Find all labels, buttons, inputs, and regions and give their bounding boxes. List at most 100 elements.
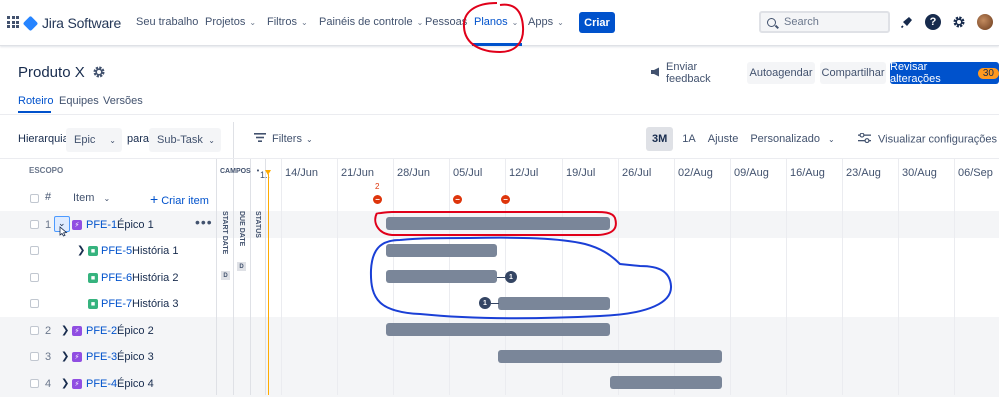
- release-marker[interactable]: −: [453, 195, 462, 204]
- notifications-icon[interactable]: [899, 14, 915, 30]
- epic-icon: ⚡: [72, 352, 82, 362]
- schedule-bar-pfe-1[interactable]: [386, 217, 610, 230]
- range-3m[interactable]: 3M: [646, 127, 674, 151]
- help-icon[interactable]: ?: [925, 14, 941, 30]
- divider: [0, 158, 999, 159]
- row-checkbox[interactable]: [30, 273, 39, 282]
- row-checkbox[interactable]: [30, 246, 39, 255]
- range-ajuste[interactable]: Ajuste: [702, 127, 745, 151]
- issue-key[interactable]: PFE-2: [86, 325, 117, 337]
- row-checkbox[interactable]: [30, 379, 39, 388]
- epic-icon: ⚡: [72, 220, 82, 230]
- create-item-label: Criar item: [161, 195, 209, 207]
- feedback-label: Enviar feedback: [666, 61, 711, 85]
- nav-paineis[interactable]: Painéis de controle ⌄: [319, 16, 423, 28]
- hierarchy-label: Hierarquia:: [18, 133, 72, 145]
- row-checkbox[interactable]: [30, 352, 39, 361]
- issue-key[interactable]: PFE-3: [86, 351, 117, 363]
- issue-key[interactable]: PFE-1: [86, 219, 117, 231]
- date-field-tag: D: [221, 271, 230, 280]
- issue-title: Épico 1: [117, 219, 154, 231]
- nav-seu-trabalho[interactable]: Seu trabalho: [136, 16, 198, 28]
- dependency-connector: [491, 303, 499, 305]
- dependency-badge[interactable]: 1: [505, 271, 517, 283]
- release-marker[interactable]: −: [501, 195, 510, 204]
- nav-projetos[interactable]: Projetos ⌄: [205, 16, 256, 28]
- fields-header-label: CAMPOS: [220, 168, 251, 175]
- plan-settings-icon[interactable]: [92, 65, 106, 83]
- range-personalizado[interactable]: Personalizado ⌄: [744, 127, 840, 151]
- nav-apps[interactable]: Apps ⌄: [528, 16, 564, 28]
- issue-title: História 3: [132, 298, 179, 310]
- nav-filtros[interactable]: Filtros ⌄: [267, 16, 308, 28]
- feedback-button[interactable]: Enviar feedback: [650, 61, 738, 85]
- dot-icon: •: [256, 168, 260, 175]
- more-actions-icon[interactable]: •••: [195, 214, 213, 230]
- timeline-date-label: 02/Aug: [678, 167, 713, 179]
- autoschedule-button[interactable]: Autoagendar: [747, 62, 815, 84]
- schedule-bar-pfe-2[interactable]: [386, 323, 610, 336]
- hierarchy-to-select[interactable]: Sub-Task ⌄: [149, 128, 221, 152]
- tab-equipes[interactable]: Equipes: [59, 95, 99, 107]
- schedule-bar-pfe-4[interactable]: [610, 376, 722, 389]
- dependency-badge[interactable]: 1: [479, 297, 491, 309]
- timeline-date-label: 12/Jul: [509, 167, 539, 179]
- review-changes-button[interactable]: Revisar alterações 30: [890, 61, 999, 85]
- app-switcher-icon[interactable]: [7, 16, 19, 28]
- chevron-right-icon[interactable]: ❯: [61, 325, 69, 336]
- release-marker-count: 2: [375, 182, 380, 191]
- timeline-gridline: [281, 159, 282, 395]
- create-item-button[interactable]: + Criar item: [150, 191, 209, 207]
- hierarchy-from-select[interactable]: Epic ⌄: [66, 128, 122, 152]
- row-checkbox[interactable]: [30, 299, 39, 308]
- review-count-badge: 30: [977, 67, 999, 79]
- timeline-date-label: 30/Aug: [902, 167, 937, 179]
- release-marker[interactable]: −: [373, 195, 382, 204]
- schedule-bar-pfe-3[interactable]: [498, 350, 722, 363]
- range-1a[interactable]: 1A: [676, 127, 701, 151]
- schedule-bar-pfe-5[interactable]: [386, 244, 497, 257]
- share-button[interactable]: Compartilhar: [820, 62, 886, 84]
- timeline-gridline: [898, 159, 899, 395]
- chevron-down-icon: ⌄: [208, 135, 215, 145]
- search-input[interactable]: Search: [759, 11, 890, 33]
- chevron-right-icon[interactable]: ❯: [61, 378, 69, 389]
- plus-icon: +: [150, 191, 159, 207]
- schedule-bar-pfe-6[interactable]: [386, 270, 497, 283]
- today-line: [268, 174, 269, 395]
- hierarchy-to-label: para: [127, 133, 150, 145]
- due-date-column-header[interactable]: DUE DATE: [238, 211, 245, 246]
- item-column-header[interactable]: Item ⌄: [73, 192, 110, 204]
- select-all-checkbox[interactable]: [30, 194, 39, 203]
- issue-key[interactable]: PFE-4: [86, 378, 117, 390]
- issue-key[interactable]: PFE-6: [101, 272, 132, 284]
- avatar[interactable]: [977, 14, 993, 30]
- tab-roteiro[interactable]: Roteiro: [18, 95, 53, 107]
- row-checkbox[interactable]: [30, 326, 39, 335]
- schedule-bar-pfe-7[interactable]: [498, 297, 610, 310]
- row-checkbox[interactable]: [30, 220, 39, 229]
- timeline-date-label: 21/Jun: [341, 167, 375, 179]
- issue-key[interactable]: PFE-7: [101, 298, 132, 310]
- view-settings-button[interactable]: Visualizar configurações⌄: [858, 132, 999, 146]
- timeline-date-label: 19/Jul: [566, 167, 596, 179]
- status-column-header[interactable]: STATUS: [254, 211, 261, 238]
- nav-planos[interactable]: Planos ⌄: [474, 16, 518, 28]
- timeline-date-label: 16/Aug: [790, 167, 825, 179]
- tab-versoes[interactable]: Versões: [103, 95, 143, 107]
- filters-button[interactable]: Filters ⌄: [254, 133, 313, 145]
- row-number: 4: [45, 378, 52, 390]
- chevron-right-icon[interactable]: ❯: [77, 245, 85, 256]
- create-button[interactable]: Criar: [579, 12, 615, 33]
- settings-icon[interactable]: [951, 14, 967, 30]
- issue-title: Épico 2: [117, 325, 154, 337]
- chevron-right-icon[interactable]: ❯: [61, 351, 69, 362]
- nav-pessoas[interactable]: Pessoas: [425, 16, 467, 28]
- start-date-column-header[interactable]: START DATE: [221, 211, 228, 254]
- chevron-down-icon: ⌄: [511, 18, 519, 27]
- jira-logo[interactable]: Jira Software: [22, 13, 121, 33]
- fields-panel: START DATE DUE DATE STATUS D D: [216, 159, 266, 395]
- issue-key[interactable]: PFE-5: [101, 245, 132, 257]
- top-navigation: Jira Software Seu trabalho Projetos ⌄ Fil…: [0, 0, 999, 46]
- timeline-date-label: 23/Aug: [846, 167, 881, 179]
